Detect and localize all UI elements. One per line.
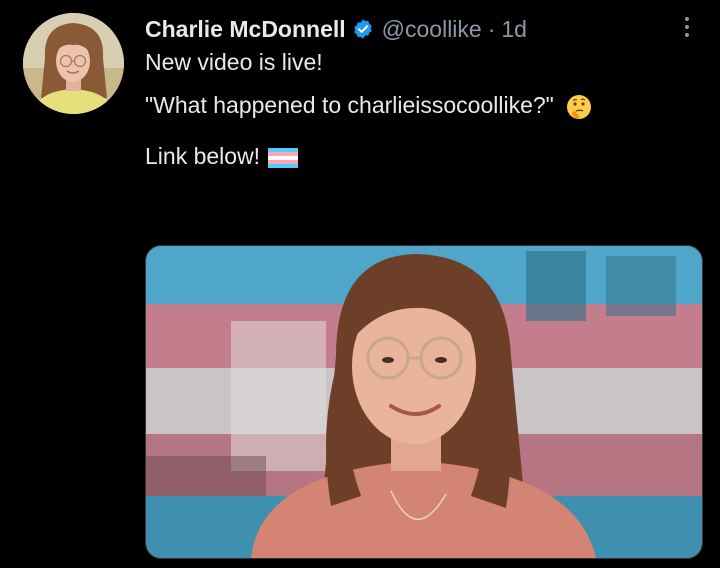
text-line-3: Link below! (145, 143, 261, 169)
text-line-2: "What happened to charlieissocoollike?" (145, 92, 554, 118)
display-name[interactable]: Charlie McDonnell (145, 16, 346, 43)
timestamp[interactable]: 1d (501, 16, 527, 43)
verified-badge-icon (353, 19, 372, 39)
tweet[interactable]: Charlie McDonnell @coollike · 1d New vid… (0, 0, 720, 568)
text-line-1: New video is live! (145, 49, 323, 75)
tweet-text: New video is live! "What happened to cha… (145, 48, 705, 171)
handle[interactable]: @coollike (382, 16, 482, 43)
separator-dot: · (487, 15, 496, 42)
more-options-icon[interactable] (676, 12, 698, 42)
tweet-header: Charlie McDonnell @coollike · 1d (145, 12, 527, 46)
avatar[interactable] (23, 13, 124, 114)
transgender-flag-emoji (268, 147, 299, 168)
thinking-face-emoji (567, 94, 592, 119)
video-thumbnail[interactable] (145, 245, 703, 559)
